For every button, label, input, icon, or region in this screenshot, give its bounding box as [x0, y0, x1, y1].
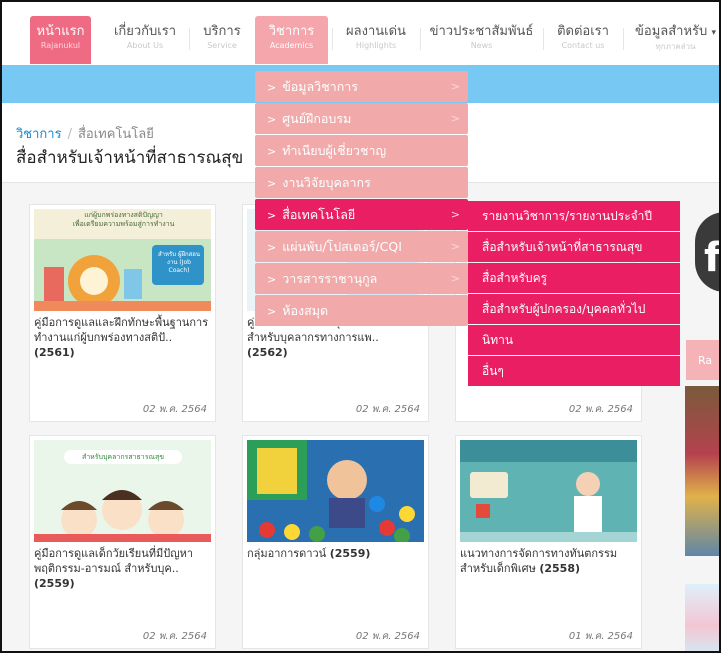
card-title: คู่มือการดูแลเด็กวัยเรียนที่มีปัญหาพฤติก…: [34, 547, 194, 590]
card-date: 02 พ.ค. 2564: [355, 631, 420, 642]
nav-about-sub: About Us: [126, 41, 164, 50]
nav-highlights-label: ผลงานเด่น: [346, 24, 406, 39]
nav-contact-label: ติดต่อเรา: [557, 24, 609, 39]
cover-header: สำหรับบุคลากรสาธารณสุข: [81, 453, 165, 461]
submenu-item-parents[interactable]: สื่อสำหรับผู้ปกครอง/บุคคลทั่วไป: [468, 294, 680, 324]
nav-news-sub: News: [470, 41, 493, 50]
nav-contact-sub: Contact us: [561, 41, 605, 50]
menu-item-brochures[interactable]: > แผ่นพับ/โปสเตอร์/CQI >: [255, 231, 468, 262]
media-card[interactable]: แก่ผู้บกพร่องทางสติปัญญา เพื่อเตรียมความ…: [29, 204, 216, 422]
media-technology-submenu: รายงานวิชาการ/รายงานประจำปี สื่อสำหรับเจ…: [468, 201, 680, 387]
chevron-right-icon: >: [267, 113, 277, 126]
card-date: 02 พ.ค. 2564: [142, 404, 207, 415]
nav-home[interactable]: หน้าแรก Rajanukul: [30, 16, 91, 64]
top-navigation: หน้าแรก Rajanukul เกี่ยวกับเรา About Us …: [2, 2, 719, 65]
academics-dropdown: > ข้อมูลวิชาการ > > ศูนย์ฝึกอบรม > > ทำเนียบผ…: [255, 71, 468, 327]
card-thumbnail: [247, 440, 424, 542]
sidebar-tab[interactable]: Ra: [686, 340, 719, 380]
chevron-right-icon: >: [267, 209, 277, 222]
sidebar-banner-image[interactable]: [685, 584, 719, 651]
nav-divider: [420, 28, 421, 50]
media-card[interactable]: แนวทางการจัดการทางทันตกรรมสำหรับเด็กพิเศ…: [455, 435, 642, 649]
nav-info-for-label: ข้อมูลสำหรับ: [635, 24, 708, 39]
chevron-down-icon: ▾: [711, 28, 716, 38]
nav-divider: [623, 28, 624, 50]
nav-service-label: บริการ: [203, 24, 241, 39]
menu-item-research[interactable]: > งานวิจัยบุคลากร: [255, 167, 468, 198]
breadcrumb: วิชาการ / สื่อเทคโนโลยี: [16, 123, 154, 144]
menu-item-experts[interactable]: > ทำเนียบผู้เชี่ยวชาญ: [255, 135, 468, 166]
menu-item-media-technology[interactable]: > สื่อเทคโนโลยี >: [255, 199, 468, 230]
card-date: 02 พ.ค. 2564: [568, 404, 633, 415]
nav-home-sub: Rajanukul: [40, 41, 81, 50]
chevron-right-icon: >: [267, 177, 277, 190]
card-title: กลุ่มอาการดาวน์ (2559): [247, 547, 371, 560]
chevron-right-icon: >: [267, 81, 277, 94]
cover-badge: สำหรับ ผู้ฝึกสอนงาน (Job Coach): [158, 251, 200, 274]
menu-item-library[interactable]: > ห้องสมุด: [255, 295, 468, 326]
submenu-arrow-icon: >: [450, 80, 460, 93]
ball-pit-photo: [247, 440, 424, 542]
nav-home-label: หน้าแรก: [36, 24, 85, 39]
nav-info-for-sub: ทุกภาคส่วน: [655, 42, 696, 51]
card-date: 01 พ.ค. 2564: [568, 631, 633, 642]
nav-divider: [543, 28, 544, 50]
nav-highlights-sub: Highlights: [355, 41, 397, 50]
breadcrumb-separator: /: [67, 127, 72, 142]
nav-info-for[interactable]: ข้อมูลสำหรับ ▾ ทุกภาคส่วน: [628, 16, 719, 64]
card-date: 02 พ.ค. 2564: [142, 631, 207, 642]
submenu-item-others[interactable]: อื่นๆ: [468, 356, 680, 386]
submenu-item-tales[interactable]: นิทาน: [468, 325, 680, 355]
nav-news[interactable]: ข่าวประชาสัมพันธ์ News: [424, 16, 539, 64]
nav-divider: [332, 28, 333, 50]
breadcrumb-current: สื่อเทคโนโลยี: [77, 127, 154, 142]
dental-cover-image: [460, 440, 637, 542]
submenu-arrow-icon: >: [450, 240, 460, 253]
nav-divider: [189, 28, 190, 50]
submenu-item-health-staff[interactable]: สื่อสำหรับเจ้าหน้าที่สาธารณสุข: [468, 232, 680, 262]
menu-item-journal[interactable]: > วารสารราชานุกูล >: [255, 263, 468, 294]
sidebar-banner-image[interactable]: [685, 386, 719, 556]
chevron-right-icon: >: [267, 241, 277, 254]
card-thumbnail: สำหรับบุคลากรสาธารณสุข: [34, 440, 211, 542]
chevron-right-icon: >: [267, 305, 277, 318]
facebook-f-glyph: f: [704, 235, 721, 281]
submenu-item-teachers[interactable]: สื่อสำหรับครู: [468, 263, 680, 293]
nav-about[interactable]: เกี่ยวกับเรา About Us: [105, 16, 185, 64]
card-date: 02 พ.ค. 2564: [355, 404, 420, 415]
menu-item-training-center[interactable]: > ศูนย์ฝึกอบรม >: [255, 103, 468, 134]
nav-highlights[interactable]: ผลงานเด่น Highlights: [337, 16, 415, 64]
nav-service-sub: Service: [207, 41, 237, 50]
nav-contact[interactable]: ติดต่อเรา Contact us: [548, 16, 618, 64]
card-thumbnail: แก่ผู้บกพร่องทางสติปัญญา เพื่อเตรียมความ…: [34, 209, 211, 311]
submenu-arrow-icon: >: [450, 112, 460, 125]
submenu-arrow-icon: >: [450, 208, 460, 221]
page-title: สื่อสำหรับเจ้าหน้าที่สาธารณสุข: [16, 148, 244, 168]
card-title: แนวทางการจัดการทางทันตกรรมสำหรับเด็กพิเศ…: [460, 547, 618, 575]
chevron-right-icon: >: [267, 273, 277, 286]
menu-item-academic-info[interactable]: > ข้อมูลวิชาการ >: [255, 71, 468, 102]
cover-text: แก่ผู้บกพร่องทางสติปัญญา เพื่อเตรียมความ…: [72, 211, 175, 228]
media-card[interactable]: สำหรับบุคลากรสาธารณสุข คู่มือการดูแลเด็ก…: [29, 435, 216, 649]
submenu-arrow-icon: >: [450, 272, 460, 285]
breadcrumb-academics-link[interactable]: วิชาการ: [16, 127, 62, 142]
nav-academics[interactable]: วิชาการ Academics: [255, 16, 328, 64]
media-card[interactable]: กลุ่มอาการดาวน์ (2559) 02 พ.ค. 2564: [242, 435, 429, 649]
card-thumbnail: [460, 440, 637, 542]
nav-news-label: ข่าวประชาสัมพันธ์: [429, 24, 534, 39]
nav-academics-label: วิชาการ: [268, 24, 315, 39]
chevron-right-icon: >: [267, 145, 277, 158]
nav-about-label: เกี่ยวกับเรา: [113, 24, 177, 39]
submenu-item-reports[interactable]: รายงานวิชาการ/รายงานประจำปี: [468, 201, 680, 231]
nav-service[interactable]: บริการ Service: [194, 16, 250, 64]
card-title: คู่มือการดูแลและฝึกทักษะพื้นฐานการทำงานแ…: [34, 316, 209, 359]
browser-frame: หน้าแรก Rajanukul เกี่ยวกับเรา About Us …: [0, 0, 721, 653]
nav-academics-sub: Academics: [269, 41, 314, 50]
